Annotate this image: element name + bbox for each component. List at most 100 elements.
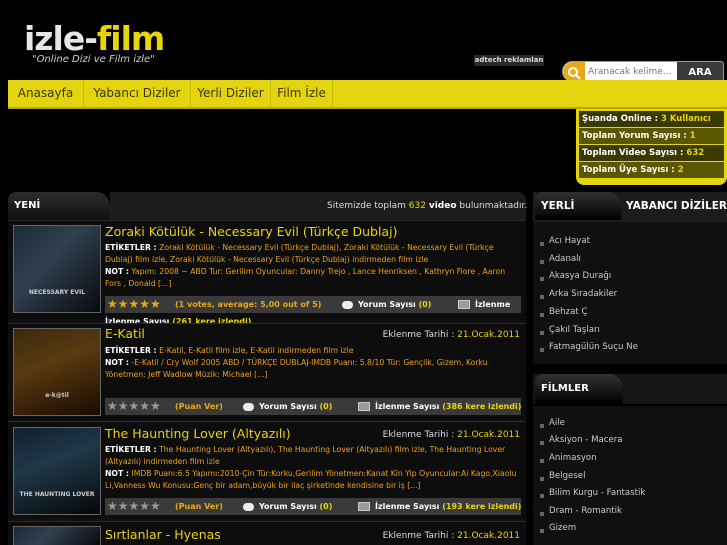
video-title[interactable]: Sırtlanlar - Hyenas (105, 527, 221, 542)
page: izle-film "Online Dizi ve Film izle" adt… (0, 0, 727, 545)
stats-count: 632 (408, 201, 426, 211)
comments-label: Yorum Sayısı (259, 502, 317, 511)
date-value: 21.Ocak.2011 (457, 531, 520, 541)
video-title[interactable]: E-Katil (105, 326, 145, 341)
video-icon (358, 502, 370, 511)
sidebar-item-adanali[interactable]: Adanalı (549, 254, 581, 264)
tags-label: ETİKETLER : (105, 445, 157, 454)
video-thumbnail[interactable]: NECESSARY EVIL (13, 225, 101, 313)
bullet-icon (540, 277, 544, 281)
video-thumbnail[interactable]: THE HAUNTING LOVER (13, 427, 101, 515)
views-label: İzlenme (475, 300, 511, 309)
bullet-icon (540, 260, 544, 264)
comment-icon (243, 502, 254, 511)
video-title[interactable]: The Haunting Lover (Altyazılı) (105, 426, 291, 441)
rating-text: (1 votes, average: 5,00 out of 5) (175, 300, 322, 309)
sidebar-item-akasya-duragi[interactable]: Akasya Durağı (549, 271, 611, 281)
sidebar-item-gizem[interactable]: Gizem (549, 523, 576, 533)
thumb-text: NECESSARY EVIL (28, 289, 86, 296)
date-label: Eklenme Tarihi : (382, 430, 455, 440)
video-icon (458, 300, 470, 309)
note-label: NOT : (105, 469, 129, 478)
tab-yerli-diziler[interactable]: YERLİ DİZİLER (535, 192, 621, 240)
stats-prefix: Sitemizde toplam (327, 201, 406, 211)
sidebar-item-belgesel[interactable]: Belgesel (549, 471, 585, 481)
views-value: (386 kere izlendi) (442, 402, 522, 411)
video-thumbnail[interactable]: e-k@til (13, 328, 101, 416)
comment-count[interactable]: Yorum Sayısı (0) (243, 398, 332, 415)
sidebar-item-aksiyon-macera[interactable]: Aksiyon - Macera (549, 435, 623, 445)
meta-bar: ★★★★★ (1 votes, average: 5,00 out of 5) … (105, 296, 521, 313)
video-note: NOT : Yapım: 2008 ~ ABD Tur: Gerilim Oyu… (105, 266, 521, 290)
video-icon (358, 402, 370, 411)
rating-stars[interactable]: ★★★★★ (107, 297, 161, 311)
tags-text[interactable]: E-Katil, E-Katil film izle, E-Katil indi… (159, 346, 353, 355)
sidebar-item-cakil-taslari[interactable]: Çakıl Taşları (549, 325, 600, 335)
nav-item-yerli-diziler[interactable]: Yerli Diziler (191, 80, 271, 107)
nav-item-anasayfa[interactable]: Anasayfa (8, 80, 84, 107)
nav-item-yabanci-diziler[interactable]: Yabancı Diziler (84, 80, 191, 107)
search-button[interactable]: ARA (677, 62, 723, 81)
online-stats: Şuanda Online : 3 Kullanıcı Toplam Yorum… (576, 109, 727, 185)
bullet-icon (540, 331, 544, 335)
view-count: İzlenme (458, 296, 510, 313)
comment-count[interactable]: Yorum Sayısı (0) (243, 498, 332, 515)
video-thumbnail[interactable] (13, 526, 101, 545)
sidebar-item-animasyon[interactable]: Animasyon (549, 453, 597, 463)
logo-part-1: izle- (24, 19, 98, 58)
stat-comments: Toplam Yorum Sayısı : 1 (579, 128, 724, 144)
comments-label: Yorum Sayısı (259, 402, 317, 411)
sidebar-item-arka-siradakiler[interactable]: Arka Sıradakiler (549, 289, 617, 299)
views-label: İzlenme Sayısı (375, 502, 440, 511)
bullet-icon (540, 441, 544, 445)
bullet-icon (540, 529, 544, 533)
rating-stars[interactable]: ★★★★★ (107, 399, 161, 413)
stat-label: Toplam Yorum Sayısı : (582, 131, 687, 141)
rate-link[interactable]: (Puan Ver) (175, 498, 223, 515)
rating-stars[interactable]: ★★★★★ (107, 499, 161, 513)
bullet-icon (540, 459, 544, 463)
stats-suffix: bulunmaktadır. (459, 201, 528, 211)
bullet-icon (540, 313, 544, 317)
video-tags: ETİKETLER : The Haunting Lover (Altyazıl… (105, 444, 521, 468)
stats-bold: video (428, 201, 457, 211)
video-title[interactable]: Zoraki Kötülük - Necessary Evil (Türkçe … (105, 224, 397, 239)
bullet-icon (540, 477, 544, 481)
tab-yabanci-diziler[interactable]: YABANCI DİZİLER (626, 192, 727, 220)
section-title-new: YENİ EKLENENLER (8, 192, 110, 239)
stat-value: 3 Kullanıcı (661, 114, 711, 124)
sidebar-item-aci-hayat[interactable]: Acı Hayat (549, 236, 590, 246)
rate-link[interactable]: (Puan Ver) (175, 398, 223, 415)
comment-icon (243, 402, 254, 411)
added-date: Eklenme Tarihi : 21.Ocak.2011 (383, 531, 520, 541)
sidebar-item-aile[interactable]: Aile (549, 418, 565, 428)
comment-count[interactable]: Yorum Sayısı (0) (342, 296, 431, 313)
view-count: İzlenme Sayısı (193 kere izlendi) (358, 498, 521, 515)
stat-label: Şuanda Online : (582, 114, 659, 124)
views-value: (193 kere izlendi) (442, 502, 522, 511)
search-input[interactable] (588, 64, 676, 79)
site-logo[interactable]: izle-film (24, 19, 165, 58)
sidebar-item-bilim-kurgu[interactable]: Bilim Kurgu - Fantastik (549, 488, 645, 498)
meta-bar: ★★★★★ (Puan Ver) Yorum Sayısı (0) İzlenm… (105, 498, 521, 515)
ad-label[interactable]: adtech reklamlan (474, 55, 544, 66)
bullet-icon (540, 242, 544, 246)
tags-label: ETİKETLER : (105, 243, 157, 252)
view-count: İzlenme Sayısı (386 kere izlendi) (358, 398, 521, 415)
comments-value: (0) (319, 502, 333, 511)
note-text: IMDB Puanı:6.5 Yapımı:2010-Çin Tür:Korku… (105, 469, 517, 490)
nav-item-film-izle[interactable]: Film İzle (271, 80, 333, 107)
comments-value: (0) (319, 402, 333, 411)
thumb-text: e-k@til (45, 392, 69, 399)
tags-label: ETİKETLER : (105, 346, 157, 355)
sidebar-item-fatmagulun-sucu-ne[interactable]: Fatmagülün Suçu Ne (549, 342, 638, 352)
sidebar-item-dram-romantik[interactable]: Dram - Romantik (549, 506, 622, 516)
stat-value: 632 (686, 148, 705, 158)
comments-label: Yorum Sayısı (358, 300, 416, 309)
added-date: Eklenme Tarihi : 21.Ocak.2011 (383, 330, 520, 340)
tags-text[interactable]: The Haunting Lover (Altyazılı), The Haun… (105, 445, 505, 466)
stat-label: Toplam Video Sayısı : (582, 148, 684, 158)
video-note: NOT : IMDB Puanı:6.5 Yapımı:2010-Çin Tür… (105, 468, 521, 492)
sidebar-item-behzat-c[interactable]: Behzat Ç (549, 307, 588, 317)
tags-text[interactable]: Zoraki Kötülük - Necessary Evil (Türkçe … (105, 243, 494, 264)
